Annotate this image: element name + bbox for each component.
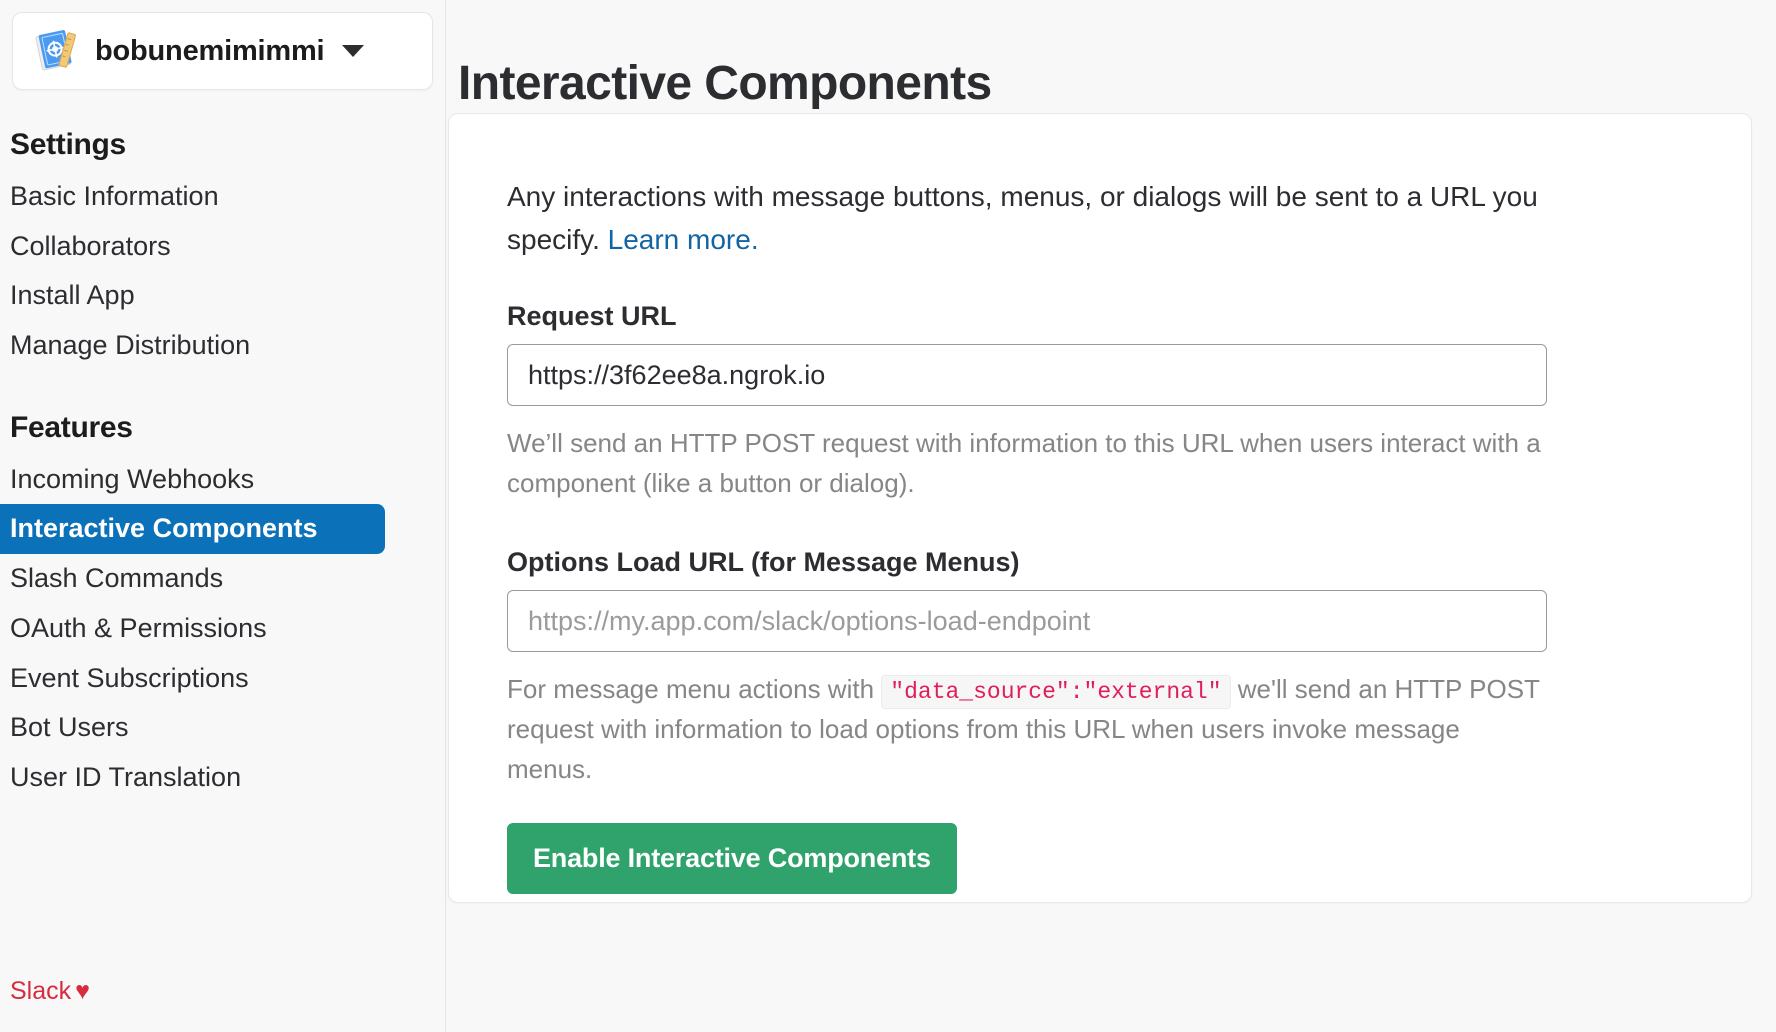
options-load-url-label: Options Load URL (for Message Menus) [507, 547, 1020, 578]
interactive-components-card: Any interactions with message buttons, m… [448, 113, 1752, 903]
app-root: bobunemimimmi Settings Basic Information… [0, 0, 1776, 1032]
sidebar-item-event-subscriptions[interactable]: Event Subscriptions [0, 654, 385, 704]
options-load-url-help: For message menu actions with "data_sour… [507, 670, 1542, 789]
sidebar: bobunemimimmi Settings Basic Information… [0, 0, 446, 1032]
chevron-down-icon[interactable] [342, 45, 365, 57]
slack-footer-link[interactable]: Slack ♥ [10, 977, 90, 1006]
request-url-label: Request URL [507, 301, 677, 332]
nav-heading-settings: Settings [10, 128, 126, 161]
app-switcher[interactable]: bobunemimimmi [12, 12, 433, 90]
options-load-url-input[interactable] [507, 590, 1547, 653]
request-url-input[interactable] [507, 344, 1547, 407]
sidebar-item-slash-commands[interactable]: Slash Commands [0, 554, 385, 604]
enable-interactive-components-button[interactable]: Enable Interactive Components [507, 823, 957, 895]
request-url-help: We’ll send an HTTP POST request with inf… [507, 428, 1541, 498]
main-content: Interactive Components Any interactions … [446, 0, 1776, 1032]
sidebar-nav: Settings Basic Information Collaborators… [0, 90, 445, 803]
sidebar-item-collaborators[interactable]: Collaborators [0, 222, 385, 272]
app-switcher-name: bobunemimimmi [95, 34, 325, 67]
nav-heading-features: Features [10, 410, 133, 444]
data-source-code-snippet: "data_source":"external" [881, 675, 1231, 710]
intro-paragraph: Any interactions with message buttons, m… [507, 176, 1567, 261]
sidebar-item-bot-users[interactable]: Bot Users [0, 703, 385, 753]
page-title: Interactive Components [458, 57, 992, 111]
sidebar-item-manage-distribution[interactable]: Manage Distribution [0, 321, 385, 371]
sidebar-item-install-app[interactable]: Install App [0, 271, 385, 321]
slack-footer-label: Slack [10, 977, 72, 1005]
learn-more-link[interactable]: Learn more. [608, 224, 759, 255]
sidebar-item-interactive-components[interactable]: Interactive Components [0, 504, 385, 555]
sidebar-item-oauth-permissions[interactable]: OAuth & Permissions [0, 604, 385, 654]
sidebar-item-incoming-webhooks[interactable]: Incoming Webhooks [0, 455, 385, 505]
heart-icon: ♥ [75, 977, 90, 1005]
sidebar-item-basic-information[interactable]: Basic Information [0, 172, 385, 222]
sidebar-item-user-id-translation[interactable]: User ID Translation [0, 753, 385, 803]
options-help-before: For message menu actions with [507, 674, 875, 705]
blueprint-app-icon [33, 28, 79, 74]
